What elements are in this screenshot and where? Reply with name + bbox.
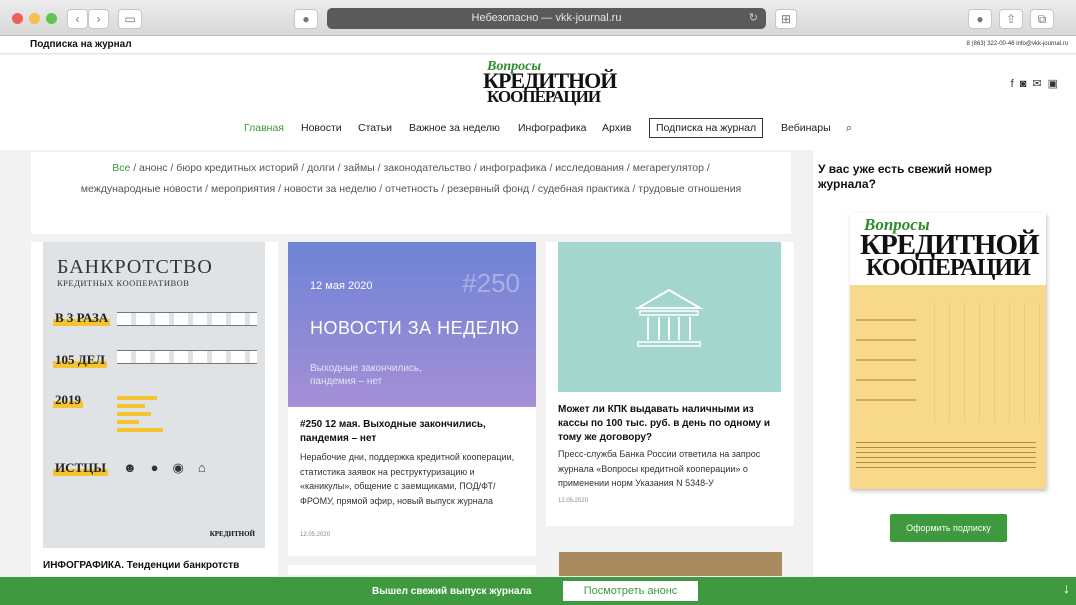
infographic-bar (117, 404, 145, 408)
site-header: Вопросы КРЕДИТНОЙ КООПЕРАЦИИ f◙✉▣ Главна… (0, 55, 1076, 150)
nav-articles[interactable]: Статьи (358, 122, 392, 134)
infographic-image: БАНКРОТСТВО КРЕДИТНЫХ КООПЕРАТИВОВ В 3 Р… (43, 242, 265, 548)
youtube-icon[interactable]: ▣ (1048, 78, 1064, 90)
privacy-button[interactable]: ● (294, 9, 318, 29)
facebook-icon[interactable]: f (1011, 78, 1020, 90)
card-excerpt: Пресс-служба Банка России ответила на за… (558, 449, 761, 488)
minimize-window-button[interactable] (29, 13, 40, 24)
card-excerpt: Нерабочие дни, поддержка кредитной коопе… (300, 452, 515, 506)
tabs-icon: ⧉ (1037, 12, 1047, 26)
nav-home[interactable]: Главная (244, 122, 284, 134)
banner-text: Вышел свежий выпуск журнала (372, 586, 532, 597)
view-announcement-button[interactable]: Посмотреть анонс (563, 581, 698, 601)
card-title[interactable]: ИНФОГРАФИКА. Тенденции банкротств (43, 560, 239, 571)
card-date: 12.05.2020 (300, 532, 331, 538)
card-title[interactable]: #250 12 мая. Выходные закончились, панде… (300, 418, 514, 446)
infographic-logo-stamp: КРЕДИТНОЙ (209, 530, 255, 538)
article-card-weekly[interactable]: 12 мая 2020 #250 НОВОСТИ ЗА НЕДЕЛЮ Выход… (288, 242, 536, 556)
new-issue-banner: Вышел свежий выпуск журнала Посмотреть а… (0, 577, 1076, 605)
zoom-window-button[interactable] (46, 13, 57, 24)
card-date: 12.05.2020 (558, 498, 589, 504)
extensions-button[interactable]: ⊞ (775, 9, 797, 29)
weekly-banner: 12 мая 2020 #250 НОВОСТИ ЗА НЕДЕЛЮ Выход… (288, 242, 536, 407)
tag-all[interactable]: Все (112, 162, 130, 174)
topbar-subscribe-link[interactable]: Подписка на журнал (30, 39, 132, 50)
banner-issue-number: #250 (462, 268, 520, 298)
nav-weekly[interactable]: Важное за неделю (409, 122, 500, 134)
bank-building-icon (634, 288, 704, 347)
subscribe-button[interactable]: Оформить подписку (890, 514, 1007, 542)
browser-window: ‹ › ▭ ● Небезопасно — vkk-journal.ru ↻ ⊞… (0, 0, 1076, 605)
tag-cloud: Все / анонс / бюро кредитных историй / д… (31, 152, 791, 234)
cover-line3: КООПЕРАЦИИ (866, 255, 1031, 281)
sidebar: У вас уже есть свежий номер журнала? Воп… (813, 150, 1076, 580)
sidebar-icon: ▭ (124, 12, 136, 26)
contact-info[interactable]: 8 (863) 322-00-46 info@vkk-journal.ru (967, 41, 1068, 47)
nav-archive[interactable]: Архив (602, 122, 631, 134)
cover-footer (856, 438, 1036, 468)
infographic-highlight-2: 105 ДЕЛ (53, 352, 107, 368)
privacy-icon: ● (302, 12, 310, 26)
forward-button[interactable]: › (88, 9, 109, 29)
instagram-icon[interactable]: ◙ (1020, 78, 1033, 90)
tag-list[interactable]: / анонс / бюро кредитных историй / долги… (81, 162, 742, 195)
card-title[interactable]: Может ли КПК выдавать наличными из кассы… (558, 403, 778, 445)
cover-illustration (920, 303, 1040, 423)
social-links: f◙✉▣ (1011, 77, 1064, 90)
site-topbar: Подписка на журнал 8 (863) 322-00-46 inf… (0, 36, 1076, 54)
chevron-left-icon: ‹ (75, 12, 80, 26)
magazine-cover[interactable]: Вопросы КРЕДИТНОЙ КООПЕРАЦИИ (850, 213, 1046, 489)
nav-webinars[interactable]: Вебинары (781, 122, 831, 134)
infographic-bar (117, 428, 163, 432)
article-card-cash[interactable]: Может ли КПК выдавать наличными из кассы… (546, 242, 794, 526)
sidebar-question: У вас уже есть свежий номер журнала? (818, 162, 992, 191)
bank-illustration (558, 242, 781, 392)
infographic-bar (117, 396, 157, 400)
privacy-report-button[interactable]: ● (968, 9, 992, 29)
arrow-down-icon[interactable]: ↓ (1063, 580, 1070, 596)
tabs-button[interactable]: ⧉ (1030, 9, 1054, 29)
browser-toolbar: ‹ › ▭ ● Небезопасно — vkk-journal.ru ↻ ⊞… (0, 0, 1076, 36)
infographic-bar (117, 420, 139, 424)
infographic-subtitle: КРЕДИТНЫХ КООПЕРАТИВОВ (57, 278, 190, 288)
search-icon[interactable]: ⌕ (846, 122, 852, 135)
back-button[interactable]: ‹ (67, 9, 88, 29)
nav-subscribe[interactable]: Подписка на журнал (649, 118, 764, 138)
address-text: Небезопасно — vkk-journal.ru (471, 12, 622, 24)
infographic-row-2 (117, 350, 257, 364)
close-window-button[interactable] (12, 13, 23, 24)
infographic-person-icons: ☻●◉⌂ (123, 460, 220, 475)
share-icon: ⇧ (1005, 12, 1017, 26)
address-bar[interactable]: Небезопасно — vkk-journal.ru ↻ (327, 8, 766, 29)
infographic-bar (117, 412, 151, 416)
banner-title: НОВОСТИ ЗА НЕДЕЛЮ (310, 318, 520, 338)
cover-masthead: Вопросы КРЕДИТНОЙ КООПЕРАЦИИ (850, 213, 1046, 285)
article-card-partial[interactable] (288, 565, 536, 575)
infographic-highlight-1: В 3 РАЗА (53, 310, 111, 326)
chevron-right-icon: › (96, 12, 101, 26)
infographic-title: БАНКРОТСТВО (57, 256, 213, 278)
infographic-highlight-3: 2019 (53, 392, 83, 408)
grid-icon: ⊞ (780, 12, 792, 26)
mail-icon[interactable]: ✉ (1032, 78, 1047, 90)
nav-infographics[interactable]: Инфографика (518, 122, 587, 134)
cover-contents (856, 309, 916, 419)
banner-date: 12 мая 2020 (310, 280, 373, 292)
infographic-highlight-4: ИСТЦЫ (53, 460, 109, 476)
shield-icon: ● (976, 12, 984, 26)
share-button[interactable]: ⇧ (999, 9, 1023, 29)
nav-news[interactable]: Новости (301, 122, 342, 134)
banner-subtitle: Выходные закончились, пандемия – нет (310, 363, 422, 387)
site-logo[interactable]: Вопросы КРЕДИТНОЙ КООПЕРАЦИИ (483, 59, 617, 106)
article-card-infographic[interactable]: БАНКРОТСТВО КРЕДИТНЫХ КООПЕРАТИВОВ В 3 Р… (31, 242, 278, 582)
article-card-partial[interactable] (559, 552, 782, 576)
infographic-row-1 (117, 312, 257, 326)
logo-line3: КООПЕРАЦИИ (487, 87, 601, 106)
sidebar-button[interactable]: ▭ (118, 9, 142, 29)
reload-icon[interactable]: ↻ (749, 8, 758, 29)
